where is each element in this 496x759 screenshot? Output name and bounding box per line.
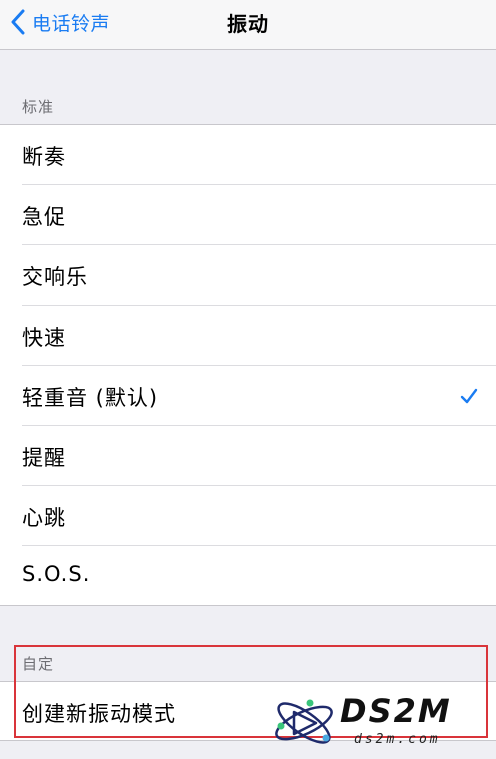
watermark-url: ds2m.com bbox=[354, 732, 441, 747]
vibration-option-label: 轻重音 (默认) bbox=[22, 385, 159, 410]
vibration-settings-screen: 电话铃声 振动 标准 断奏 急促 交响乐 快速 轻重音 (默认) 提醒 心跳 S… bbox=[0, 0, 496, 759]
page-title: 振动 bbox=[227, 12, 269, 36]
vibration-option-label: 断奏 bbox=[22, 145, 66, 169]
vibration-option-heartbeat[interactable]: 心跳 bbox=[0, 486, 496, 547]
vibration-option-rapid[interactable]: 急促 bbox=[0, 185, 496, 246]
vibration-option-staccato[interactable]: 断奏 bbox=[0, 125, 496, 186]
vibration-option-sos[interactable]: S.O.S. bbox=[0, 546, 496, 606]
vibration-option-symphony[interactable]: 交响乐 bbox=[0, 245, 496, 306]
vibration-option-label: 心跳 bbox=[22, 506, 66, 531]
create-new-vibration-label: 创建新振动模式 bbox=[22, 702, 176, 726]
vibration-option-label: S.O.S. bbox=[22, 562, 91, 587]
vibration-option-label: 急促 bbox=[22, 205, 66, 230]
vibration-option-label: 快速 bbox=[22, 325, 66, 350]
vibration-option-quick[interactable]: 快速 bbox=[0, 306, 496, 366]
checkmark-icon bbox=[460, 388, 478, 403]
navigation-bar: 电话铃声 振动 bbox=[0, 0, 496, 50]
vibration-option-alert[interactable]: 提醒 bbox=[0, 426, 496, 487]
vibration-option-accent-default[interactable]: 轻重音 (默认) bbox=[0, 366, 496, 426]
section-header-custom: 自定 bbox=[22, 655, 55, 673]
watermark: DS2M ds2m.com bbox=[270, 692, 492, 754]
watermark-brand: DS2M bbox=[340, 692, 452, 730]
vibration-option-label: 提醒 bbox=[22, 445, 66, 470]
vibration-option-label: 交响乐 bbox=[22, 265, 88, 290]
atom-logo-icon bbox=[275, 699, 333, 744]
section-header-standard: 标准 bbox=[22, 98, 55, 116]
standard-vibration-list: 断奏 急促 交响乐 快速 轻重音 (默认) 提醒 心跳 S.O.S. bbox=[0, 124, 496, 606]
